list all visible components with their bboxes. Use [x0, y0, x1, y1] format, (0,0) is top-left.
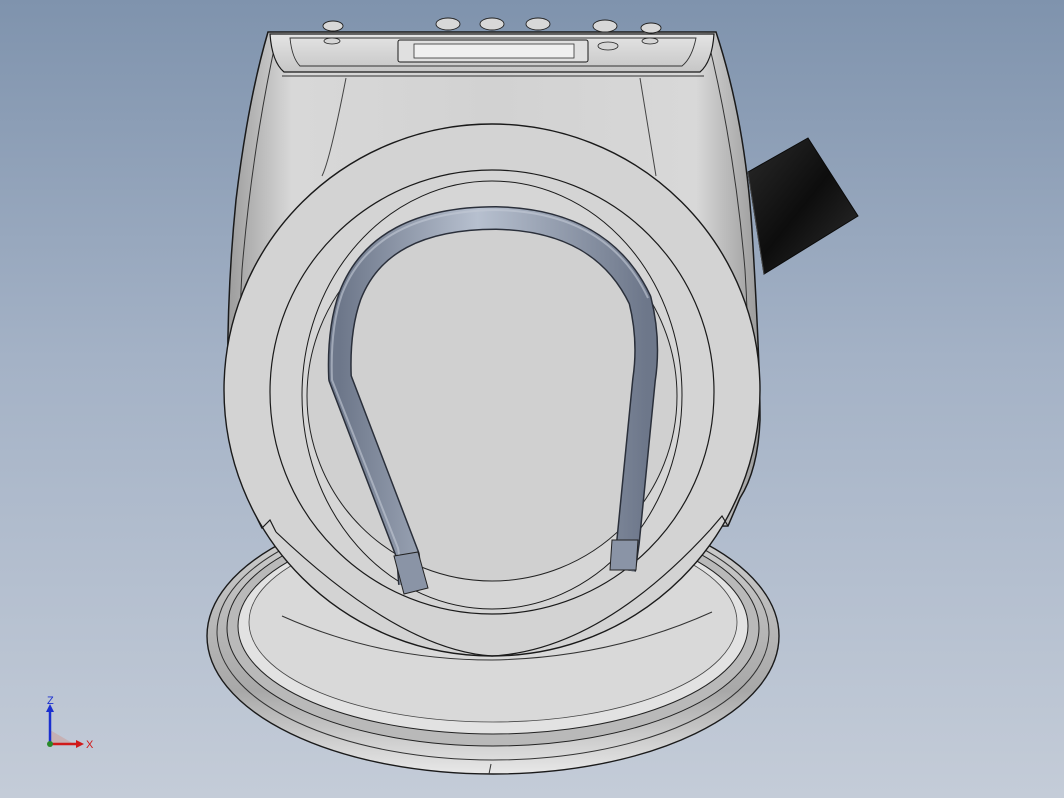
round-door[interactable]	[223, 123, 761, 657]
coordinate-triad: Z X	[40, 695, 100, 756]
model-graphics[interactable]	[0, 0, 1064, 798]
top-buttons[interactable]	[322, 17, 662, 34]
top-control-panel[interactable]	[269, 17, 715, 73]
cad-viewport[interactable]: Z X	[0, 0, 1064, 798]
z-axis-label: Z	[47, 696, 54, 707]
tube-end-right	[609, 539, 639, 571]
x-axis-label: X	[86, 739, 94, 751]
side-cable-connector[interactable]	[747, 137, 859, 275]
small-button[interactable]	[597, 41, 619, 51]
